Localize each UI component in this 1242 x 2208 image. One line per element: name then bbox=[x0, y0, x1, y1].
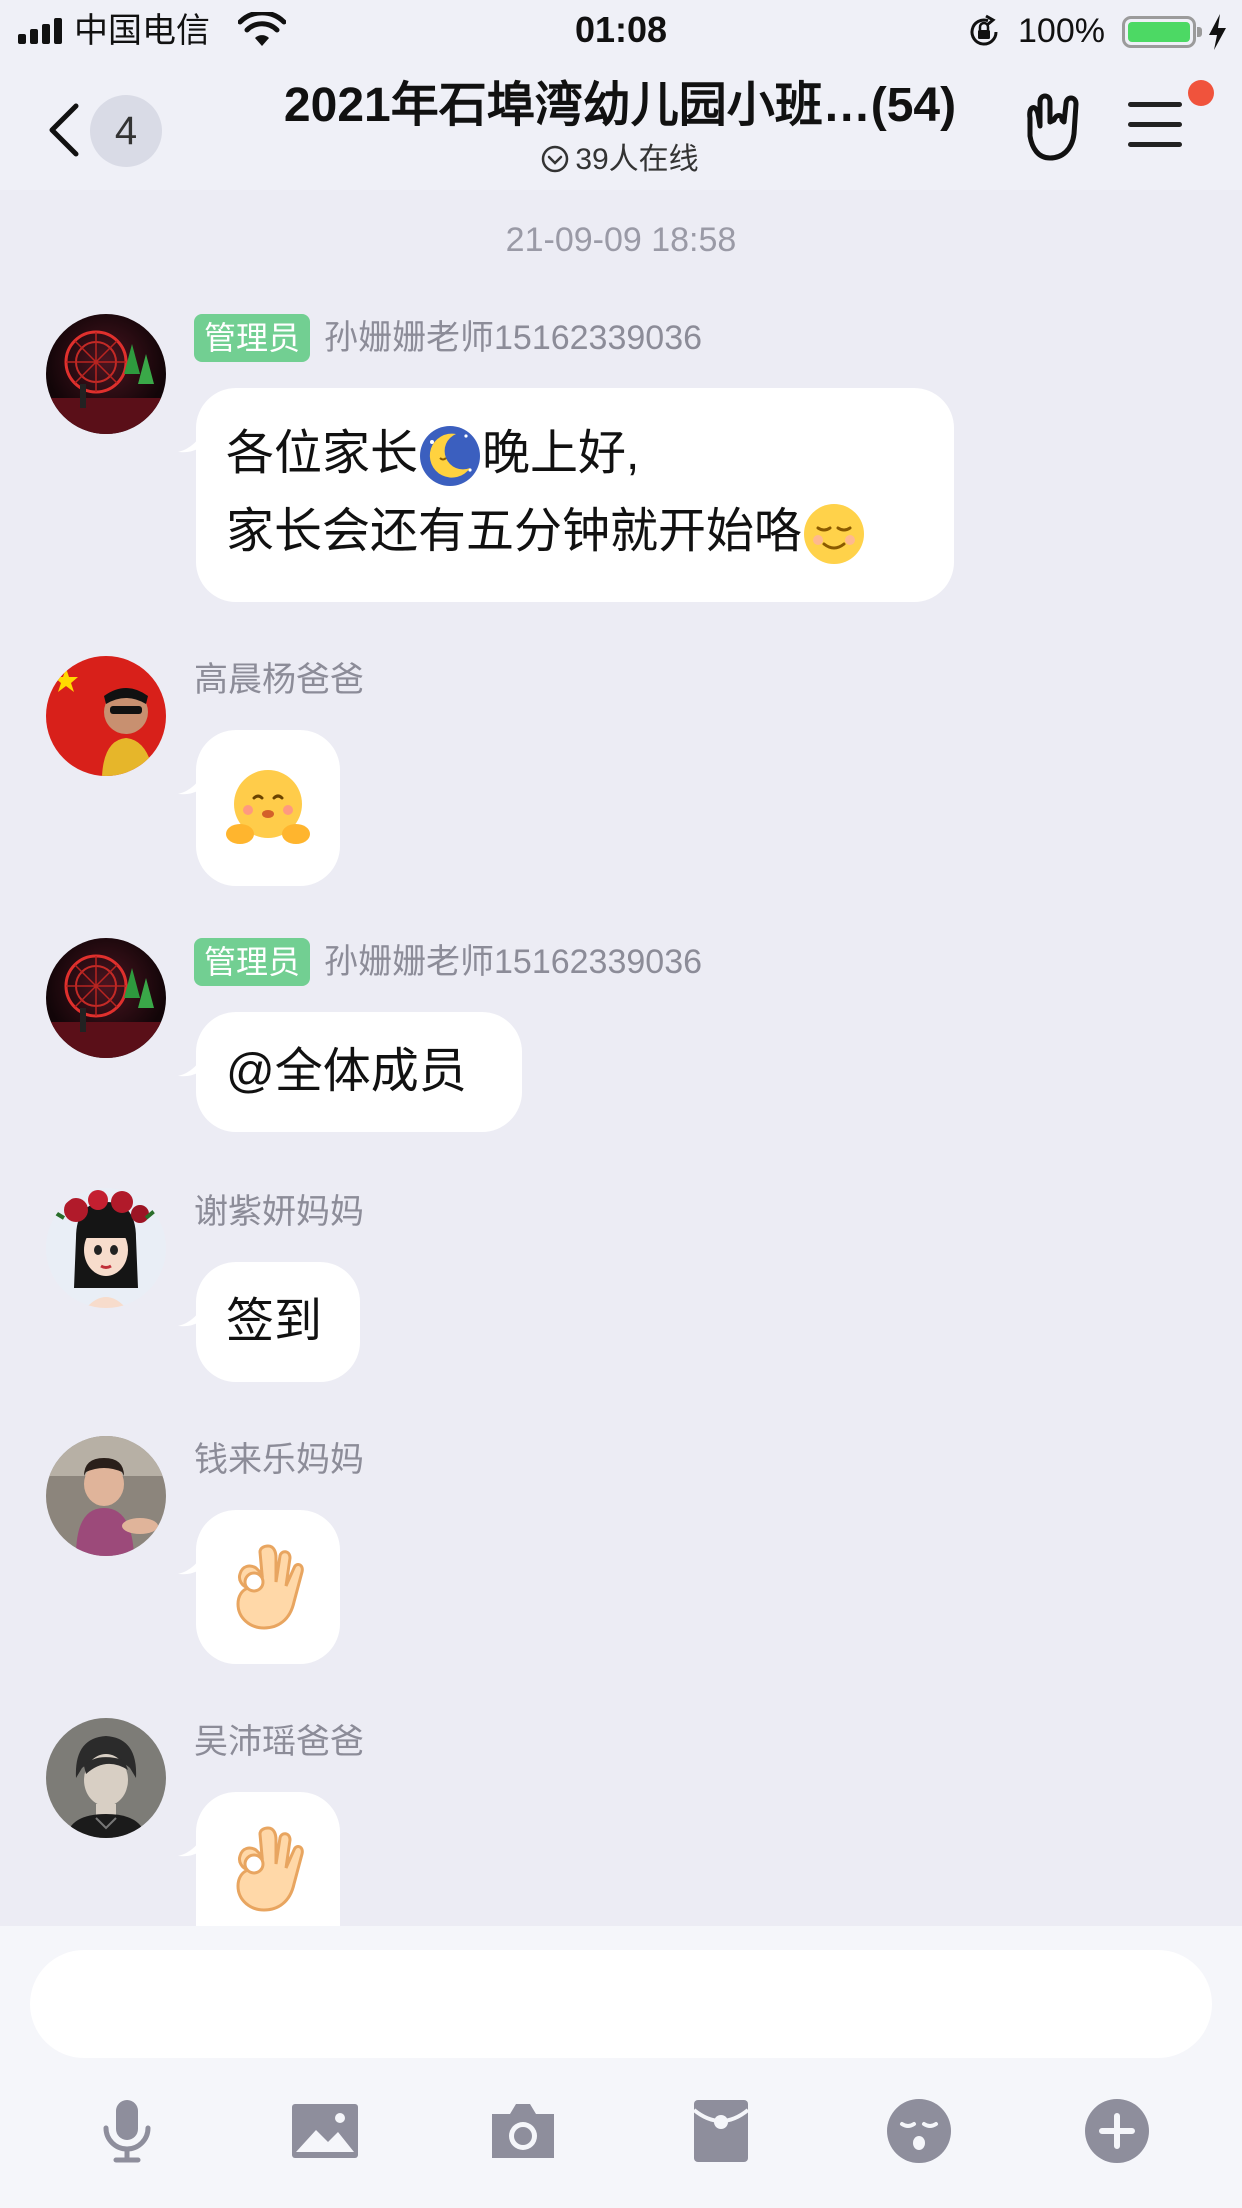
back-button[interactable] bbox=[46, 102, 82, 158]
bubble-tail bbox=[178, 1546, 208, 1575]
sender-name: 钱来乐妈妈 bbox=[194, 1441, 364, 1479]
sender-row: 管理员 孙姗姗老师15162339036 bbox=[194, 312, 702, 364]
admin-tag: 管理员 bbox=[194, 938, 311, 986]
battery-level-fill bbox=[1128, 22, 1190, 42]
avatar[interactable] bbox=[46, 1436, 166, 1556]
hamburger-menu-icon[interactable] bbox=[1128, 102, 1182, 148]
avatar[interactable] bbox=[46, 938, 166, 1058]
sender-row: 高晨杨爸爸 bbox=[194, 654, 364, 706]
sender-name: 孙姗姗老师15162339036 bbox=[324, 319, 703, 357]
bubble-tail bbox=[178, 766, 208, 795]
smiling-face-emoji-icon bbox=[804, 504, 865, 565]
message-bubble[interactable]: @全体成员 bbox=[178, 1012, 522, 1132]
message-text: @全体成员 bbox=[226, 1045, 467, 1098]
moon-emoji-icon bbox=[420, 426, 481, 487]
chat-header: 4 2021年石埠湾幼儿园小班…(54) 39人在线 bbox=[0, 62, 1242, 190]
microphone-icon[interactable] bbox=[92, 2096, 162, 2166]
sender-name: 谢紫妍妈妈 bbox=[194, 1193, 364, 1231]
avatar[interactable] bbox=[46, 1718, 166, 1838]
bubble-tail bbox=[178, 1048, 208, 1077]
message-line: 各位家长 晚上好, bbox=[226, 415, 924, 493]
bubble-tail bbox=[178, 1828, 208, 1857]
chevron-circle-icon bbox=[542, 145, 569, 173]
message-text: 家长会还有五分钟就开始咯 bbox=[226, 505, 803, 558]
orientation-lock-icon bbox=[970, 14, 998, 46]
chat-title[interactable]: 2021年石埠湾幼儿园小班…(54) bbox=[170, 76, 1070, 136]
image-icon[interactable] bbox=[290, 2096, 360, 2166]
input-area bbox=[0, 1926, 1242, 2208]
unread-count-badge[interactable]: 4 bbox=[90, 95, 162, 167]
message-bubble[interactable] bbox=[178, 730, 340, 886]
message-timestamp: 21-09-09 18:58 bbox=[505, 221, 737, 259]
message-bubble[interactable]: 签到 bbox=[178, 1262, 360, 1382]
red-packet-icon[interactable] bbox=[686, 2096, 756, 2166]
status-bar: 中国电信 01:08 100% bbox=[0, 0, 1242, 62]
bubble-tail bbox=[178, 1298, 208, 1327]
sender-name: 吴沛瑶爸爸 bbox=[194, 1723, 364, 1761]
sender-name: 高晨杨爸爸 bbox=[194, 661, 364, 699]
message-text: 签到 bbox=[226, 1295, 323, 1348]
message-bubble[interactable] bbox=[178, 1510, 340, 1664]
message-text: 晚上好, bbox=[482, 427, 640, 480]
sender-name: 孙姗姗老师15162339036 bbox=[324, 943, 703, 981]
ok-hand-emoji-icon bbox=[236, 1544, 304, 1630]
message-line: 家长会还有五分钟就开始咯 bbox=[226, 493, 924, 571]
message-bubble[interactable] bbox=[178, 1792, 340, 1926]
emoji-icon[interactable] bbox=[884, 2096, 954, 2166]
message-bubble[interactable]: 各位家长 晚上好, 家长会还有五分钟就开始咯 bbox=[178, 388, 954, 602]
chat-screen: 中国电信 01:08 100% 4 2021年石埠湾幼儿园小班…(54) 39人… bbox=[0, 0, 1242, 2208]
sender-row: 谢紫妍妈妈 bbox=[194, 1186, 364, 1238]
online-count: 39人在线 bbox=[575, 143, 699, 176]
ok-hand-emoji-icon bbox=[236, 1826, 304, 1912]
battery-percent: 100% bbox=[1018, 12, 1105, 50]
sender-row: 管理员 孙姗姗老师15162339036 bbox=[194, 936, 702, 988]
bubble-tail bbox=[178, 424, 208, 453]
avatar[interactable] bbox=[46, 314, 166, 434]
battery-icon bbox=[1122, 16, 1202, 48]
online-status: 39人在线 bbox=[170, 142, 1070, 178]
hugging-face-emoji-icon bbox=[226, 770, 310, 844]
message-text: 各位家长 bbox=[226, 427, 419, 480]
message-input[interactable] bbox=[30, 1950, 1212, 2058]
sender-row: 吴沛瑶爸爸 bbox=[194, 1716, 364, 1768]
sender-row: 钱来乐妈妈 bbox=[194, 1434, 364, 1486]
notification-dot bbox=[1188, 80, 1214, 106]
camera-icon[interactable] bbox=[488, 2096, 558, 2166]
rock-hand-icon[interactable] bbox=[1020, 92, 1084, 162]
avatar[interactable] bbox=[46, 1188, 166, 1308]
avatar[interactable] bbox=[46, 656, 166, 776]
plus-icon[interactable] bbox=[1082, 2096, 1152, 2166]
admin-tag: 管理员 bbox=[194, 314, 311, 362]
charging-bolt-icon bbox=[1209, 14, 1226, 50]
